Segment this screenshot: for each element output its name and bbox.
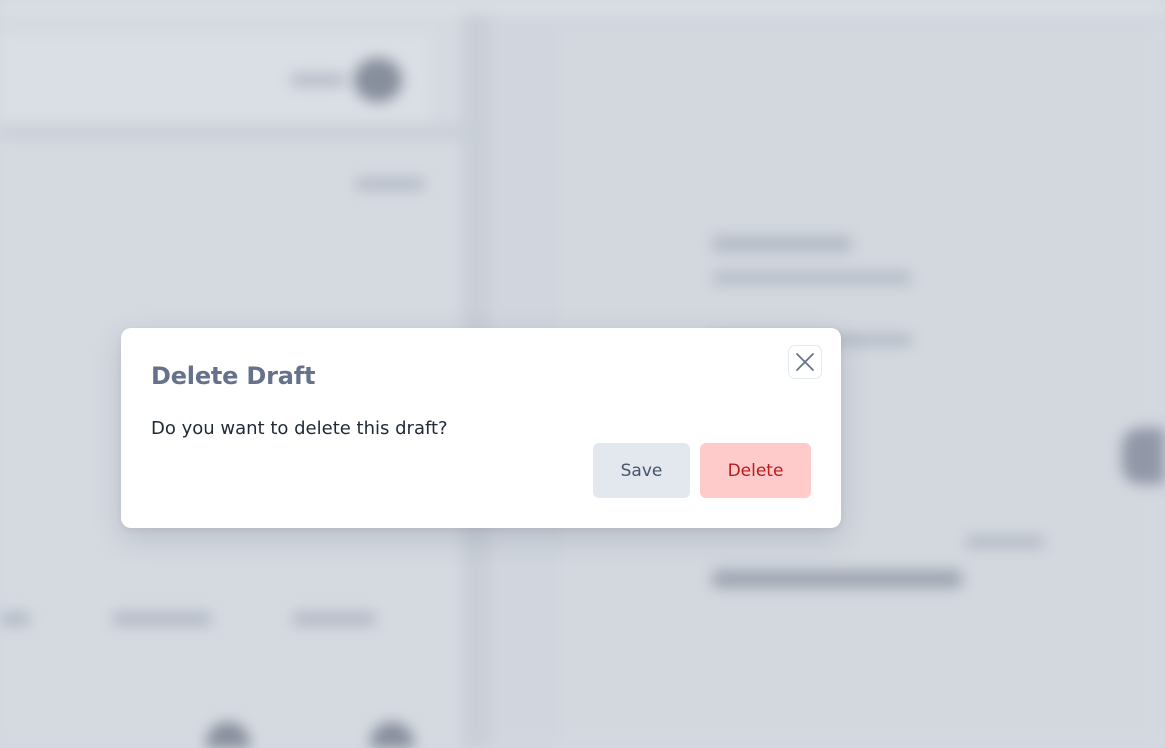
dialog-title: Delete Draft xyxy=(151,362,316,390)
close-icon xyxy=(795,352,815,372)
dialog-message: Do you want to delete this draft? xyxy=(151,418,448,439)
save-button[interactable]: Save xyxy=(593,443,690,498)
delete-draft-dialog: Delete Draft Do you want to delete this … xyxy=(121,328,841,528)
delete-button[interactable]: Delete xyxy=(700,443,811,498)
close-button[interactable] xyxy=(788,345,822,379)
close-icon-svg xyxy=(796,353,814,371)
